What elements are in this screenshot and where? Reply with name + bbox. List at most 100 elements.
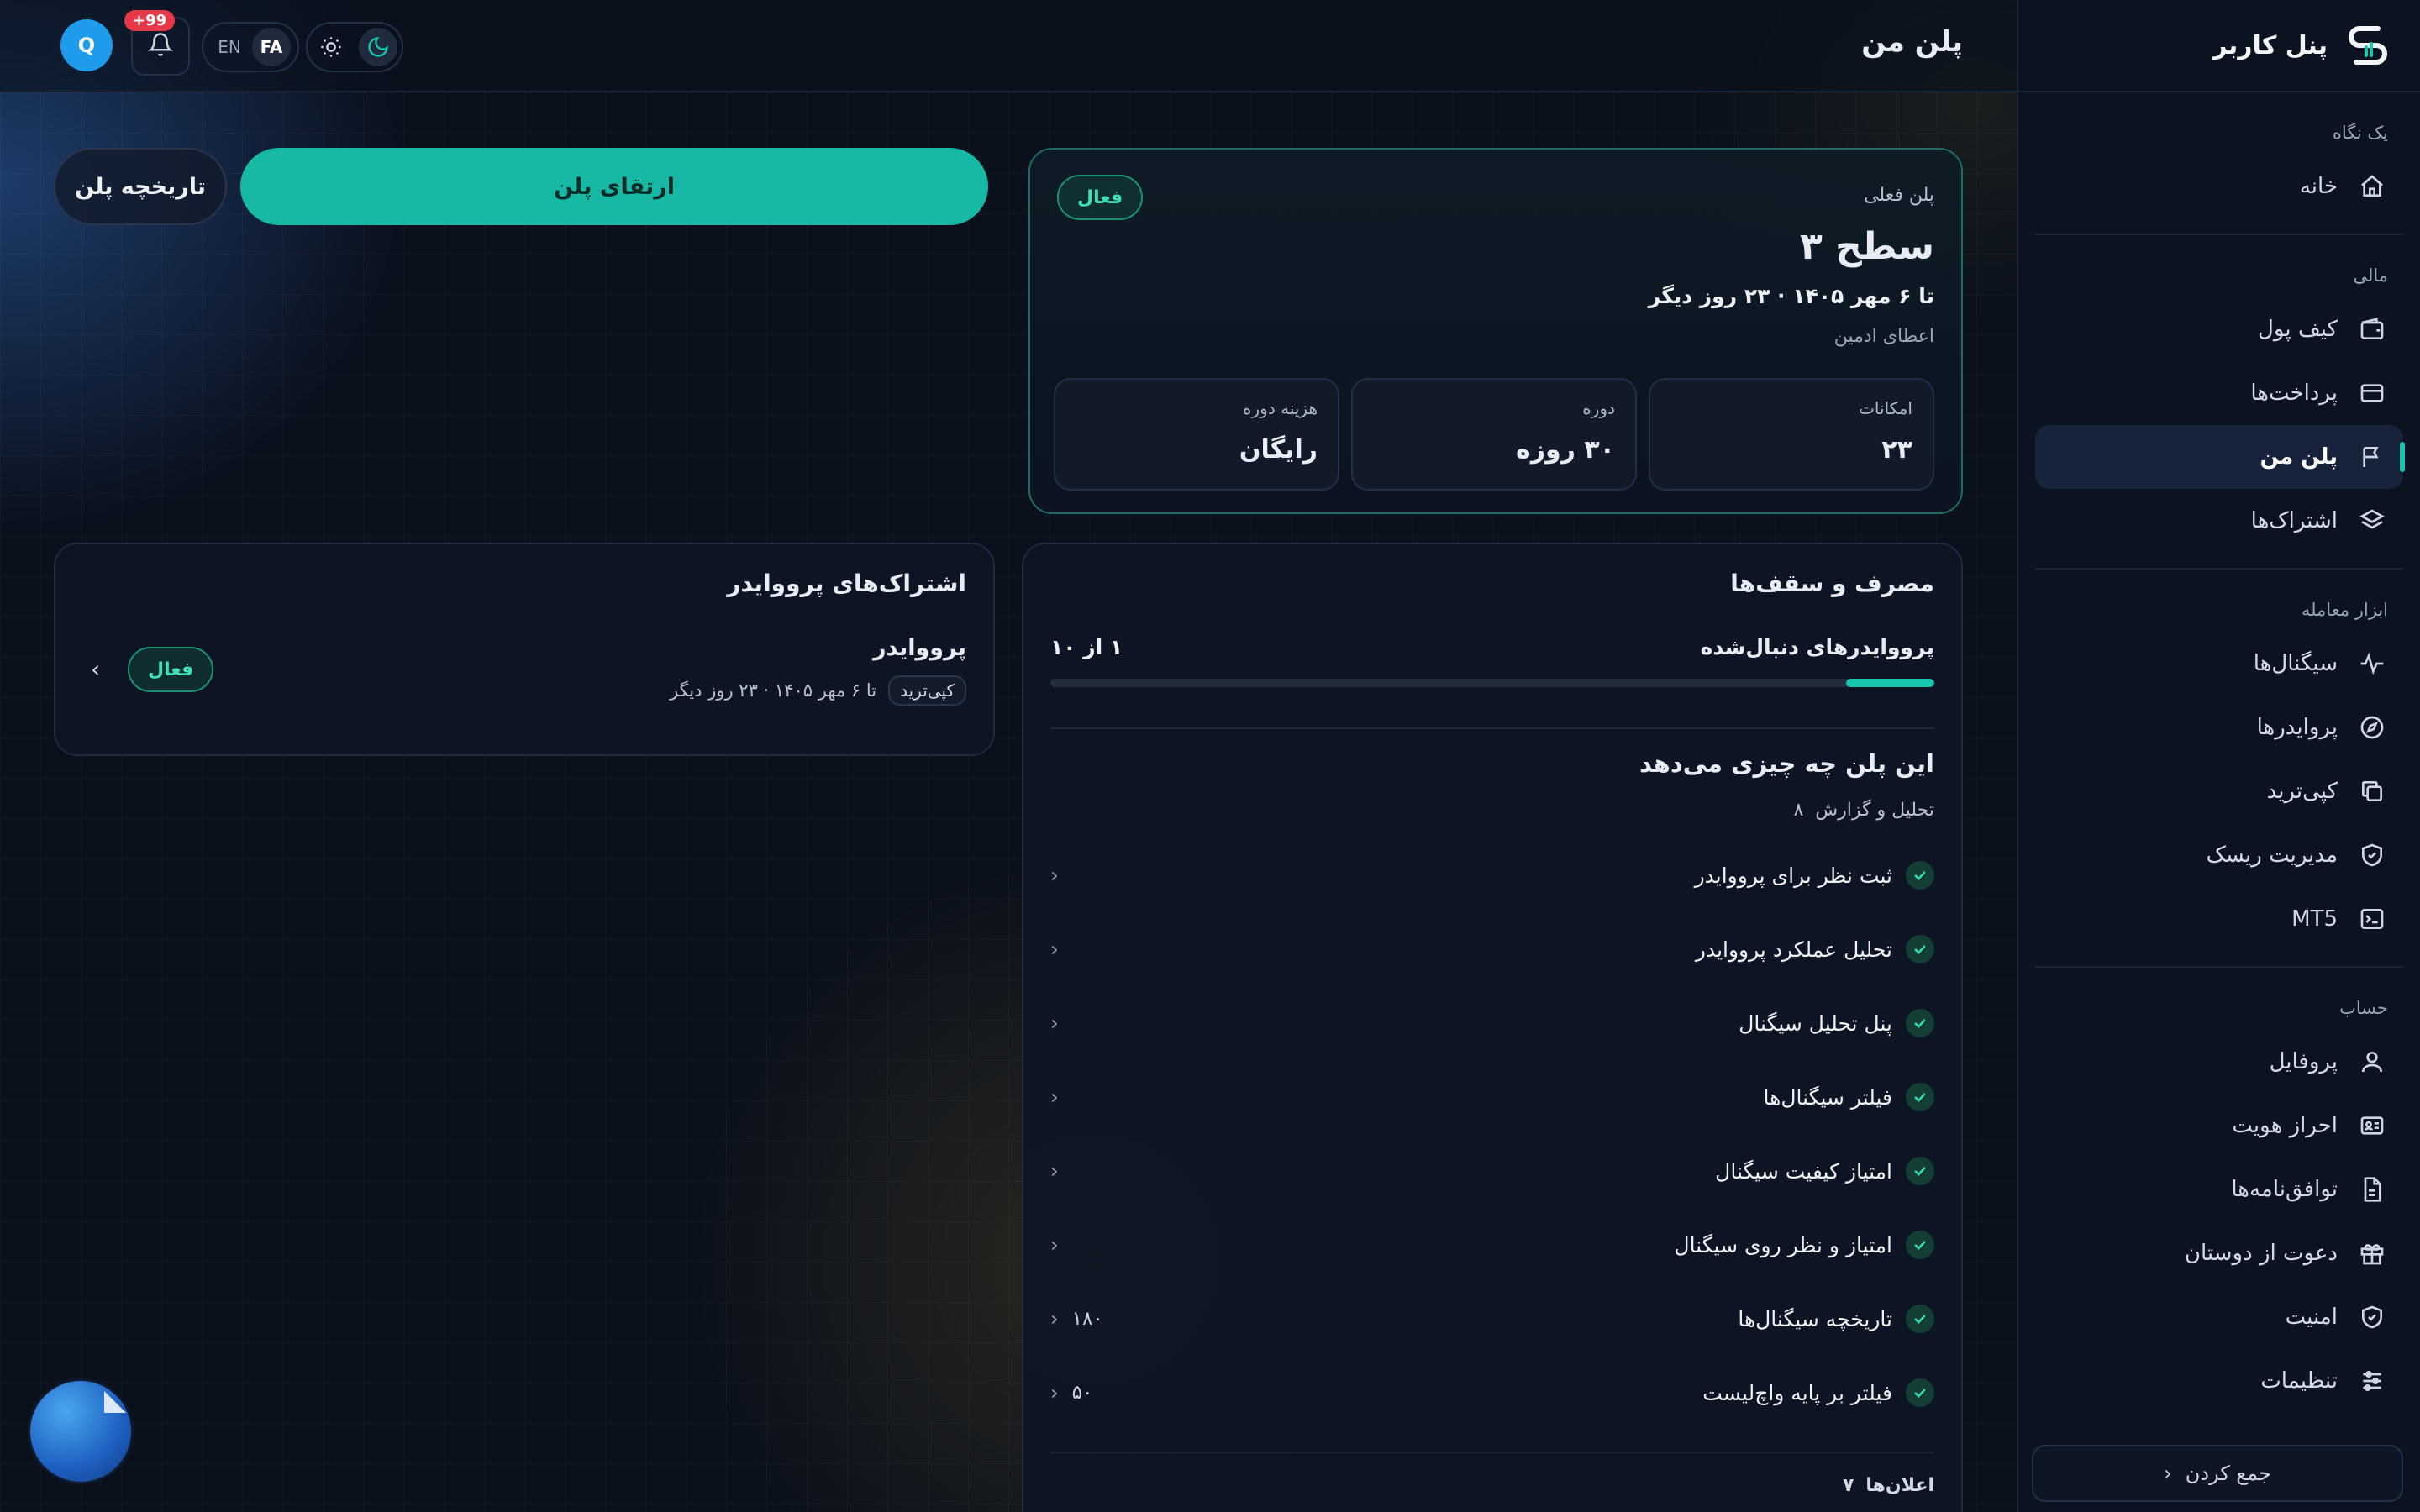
file-icon [2358,1175,2386,1204]
sidebar-item-activity[interactable]: سیگنال‌ها [2035,632,2403,696]
chevron-left-icon: ‹ [1050,1381,1059,1404]
sidebar-item-home[interactable]: خانه [2035,155,2403,218]
check-icon [1906,1157,1934,1185]
sidebar-item-label: کیف پول [2258,317,2338,342]
progress-fill [1845,679,1934,687]
avatar[interactable]: Q [60,19,113,71]
feature-item[interactable]: فیلتر بر پایه واچ‌لیست ۵۰ ‹ [1050,1356,1934,1430]
lang-fa-option[interactable]: FA [252,28,291,66]
sidebar-item-terminal[interactable]: MT5 [2035,887,2403,951]
feature-limit: ۵۰ [1071,1382,1093,1404]
topbar: پلن من EN FA +99 Q [0,0,2017,92]
sidebar-item-label: احراز هویت [2232,1113,2338,1138]
followed-providers-progress [1050,679,1934,687]
sidebar-item-label: امنیت [2285,1305,2338,1330]
usage-limits-card: مصرف و سقف‌ها پرووایدرهای دنبال‌شده ۱ از… [1022,543,1963,1512]
followed-providers-value: ۱ از ۱۰ [1050,635,1123,659]
sidebar-item-label: پروایدرها [2256,715,2338,740]
stat-key: هزینه دوره [1243,398,1318,418]
sidebar-item-label: مدیریت ریسک [2206,843,2338,868]
terminal-icon [2358,905,2386,933]
feature-extra: ‹ [1050,1011,1072,1035]
activity-icon [2358,649,2386,678]
plan-grant-source: اعطای ادمین [1833,326,1934,347]
feature-item[interactable]: پنل تحلیل سیگنال ‹ [1050,986,1934,1060]
features-title: این پلن چه چیزی می‌دهد [1639,749,1934,778]
feature-main: پنل تحلیل سیگنال [1739,1009,1934,1037]
chevron-left-icon: ‹ [1050,1159,1059,1183]
sidebar-item-copy[interactable]: کپی‌ترید [2035,759,2403,823]
plan-history-button[interactable]: تاریخچه پلن [54,148,227,225]
sidebar-item-file[interactable]: توافق‌نامه‌ها [2035,1158,2403,1221]
sidebar-item-label: خانه [2299,174,2338,199]
chevron-right-icon[interactable]: › [91,655,100,683]
flag-icon [2358,443,2386,471]
feature-extra: ۱۸۰ ‹ [1050,1307,1103,1331]
feature-item[interactable]: امتیاز کیفیت سیگنال ‹ [1050,1134,1934,1208]
feature-item[interactable]: فیلتر سیگنال‌ها ‹ [1050,1060,1934,1134]
feature-name: تحلیل عملکرد پرووایدر [1695,937,1892,962]
chevron-left-icon: ‹ [1050,864,1059,887]
feature-name: پنل تحلیل سیگنال [1739,1011,1892,1036]
sidebar-item-gift[interactable]: دعوت از دوستان [2035,1221,2403,1285]
sidebar-item-label: پروفایل [2269,1049,2338,1074]
features-group: تحلیل و گزارش ۸ [1793,800,1934,821]
sidebar-item-wallet[interactable]: کیف پول [2035,297,2403,361]
announcements-row[interactable]: اعلان‌ها ۷ [1843,1475,1934,1496]
moon-icon[interactable] [359,28,397,66]
sidebar-item-shield[interactable]: مدیریت ریسک [2035,823,2403,887]
feature-main: تحلیل عملکرد پرووایدر [1696,935,1934,963]
chevron-left-icon: ‹ [1050,1233,1059,1257]
shield-check-icon [2358,1303,2386,1331]
sun-icon[interactable] [312,28,350,66]
lang-en-option[interactable]: EN [210,28,249,66]
chevron-left-icon: ‹ [1050,1011,1059,1035]
feature-item[interactable]: امتیاز و نظر روی سیگنال ‹ [1050,1208,1934,1282]
sidebar-item-layers[interactable]: اشتراک‌ها [2035,489,2403,553]
sidebar-item-flag[interactable]: پلن من [2035,425,2405,489]
stat-cost: هزینه دوره رایگان [1054,378,1339,491]
feature-item[interactable]: ثبت نظر برای پرووایدر ‹ [1050,838,1934,912]
feature-main: فیلتر سیگنال‌ها [1764,1083,1934,1111]
chevron-left-icon: ‹ [1050,937,1059,961]
home-icon [2358,172,2386,201]
feature-extra: ‹ [1050,937,1072,961]
bell-icon [147,32,174,60]
sidebar-item-credit-card[interactable]: پرداخت‌ها [2035,361,2403,425]
check-icon [1906,935,1934,963]
feature-item[interactable]: تاریخچه سیگنال‌ها ۱۸۰ ‹ [1050,1282,1934,1356]
sidebar-item-id-card[interactable]: احراز هویت [2035,1094,2403,1158]
collapse-sidebar-button[interactable]: جمع کردن ‹ [2032,1445,2403,1502]
divider [1050,1452,1934,1453]
collapse-label: جمع کردن [2185,1462,2271,1485]
provider-expiry: تا ۶ مهر ۱۴۰۵ · ۲۳ روز دیگر [670,680,877,701]
sidebar-item-label: کپی‌ترید [2266,779,2338,804]
shield-icon [2358,841,2386,869]
feature-item[interactable]: تحلیل عملکرد پرووایدر ‹ [1050,912,1934,986]
nav-group-title: یک نگاه [2332,123,2388,143]
plan-label: پلن فعلی [1864,185,1934,206]
language-toggle[interactable]: EN FA [202,22,299,72]
sidebar-item-label: تنظیمات [2260,1368,2338,1394]
brand[interactable]: پنل کاربر [2018,0,2420,92]
theme-toggle[interactable] [306,22,403,72]
stat-features: امکانات ۲۳ [1649,378,1934,491]
feature-extra: ‹ [1050,1085,1072,1109]
stat-value: رایگان [1239,435,1318,465]
sidebar-item-shield-check[interactable]: امنیت [2035,1285,2403,1349]
nav-group-title: حساب [2339,998,2388,1018]
sidebar-item-compass[interactable]: پروایدرها [2035,696,2403,759]
feature-name: امتیاز و نظر روی سیگنال [1674,1232,1892,1257]
provider-name[interactable]: پرووایدر [873,635,966,661]
upgrade-plan-button[interactable]: ارتقای پلن [240,148,988,225]
feature-main: فیلتر بر پایه واچ‌لیست [1702,1378,1934,1407]
assistant-orb-button[interactable] [30,1381,131,1482]
features-group-count: ۸ [1793,800,1804,821]
divider [1050,727,1934,729]
chevron-left-icon: ‹ [1050,1085,1059,1109]
brand-logo-icon [2349,26,2387,65]
sidebar-item-sliders[interactable]: تنظیمات [2035,1349,2403,1413]
sidebar-item-label: پرداخت‌ها [2250,381,2338,406]
chevron-left-icon: ‹ [1050,1307,1059,1331]
sidebar-item-user[interactable]: پروفایل [2035,1030,2403,1094]
